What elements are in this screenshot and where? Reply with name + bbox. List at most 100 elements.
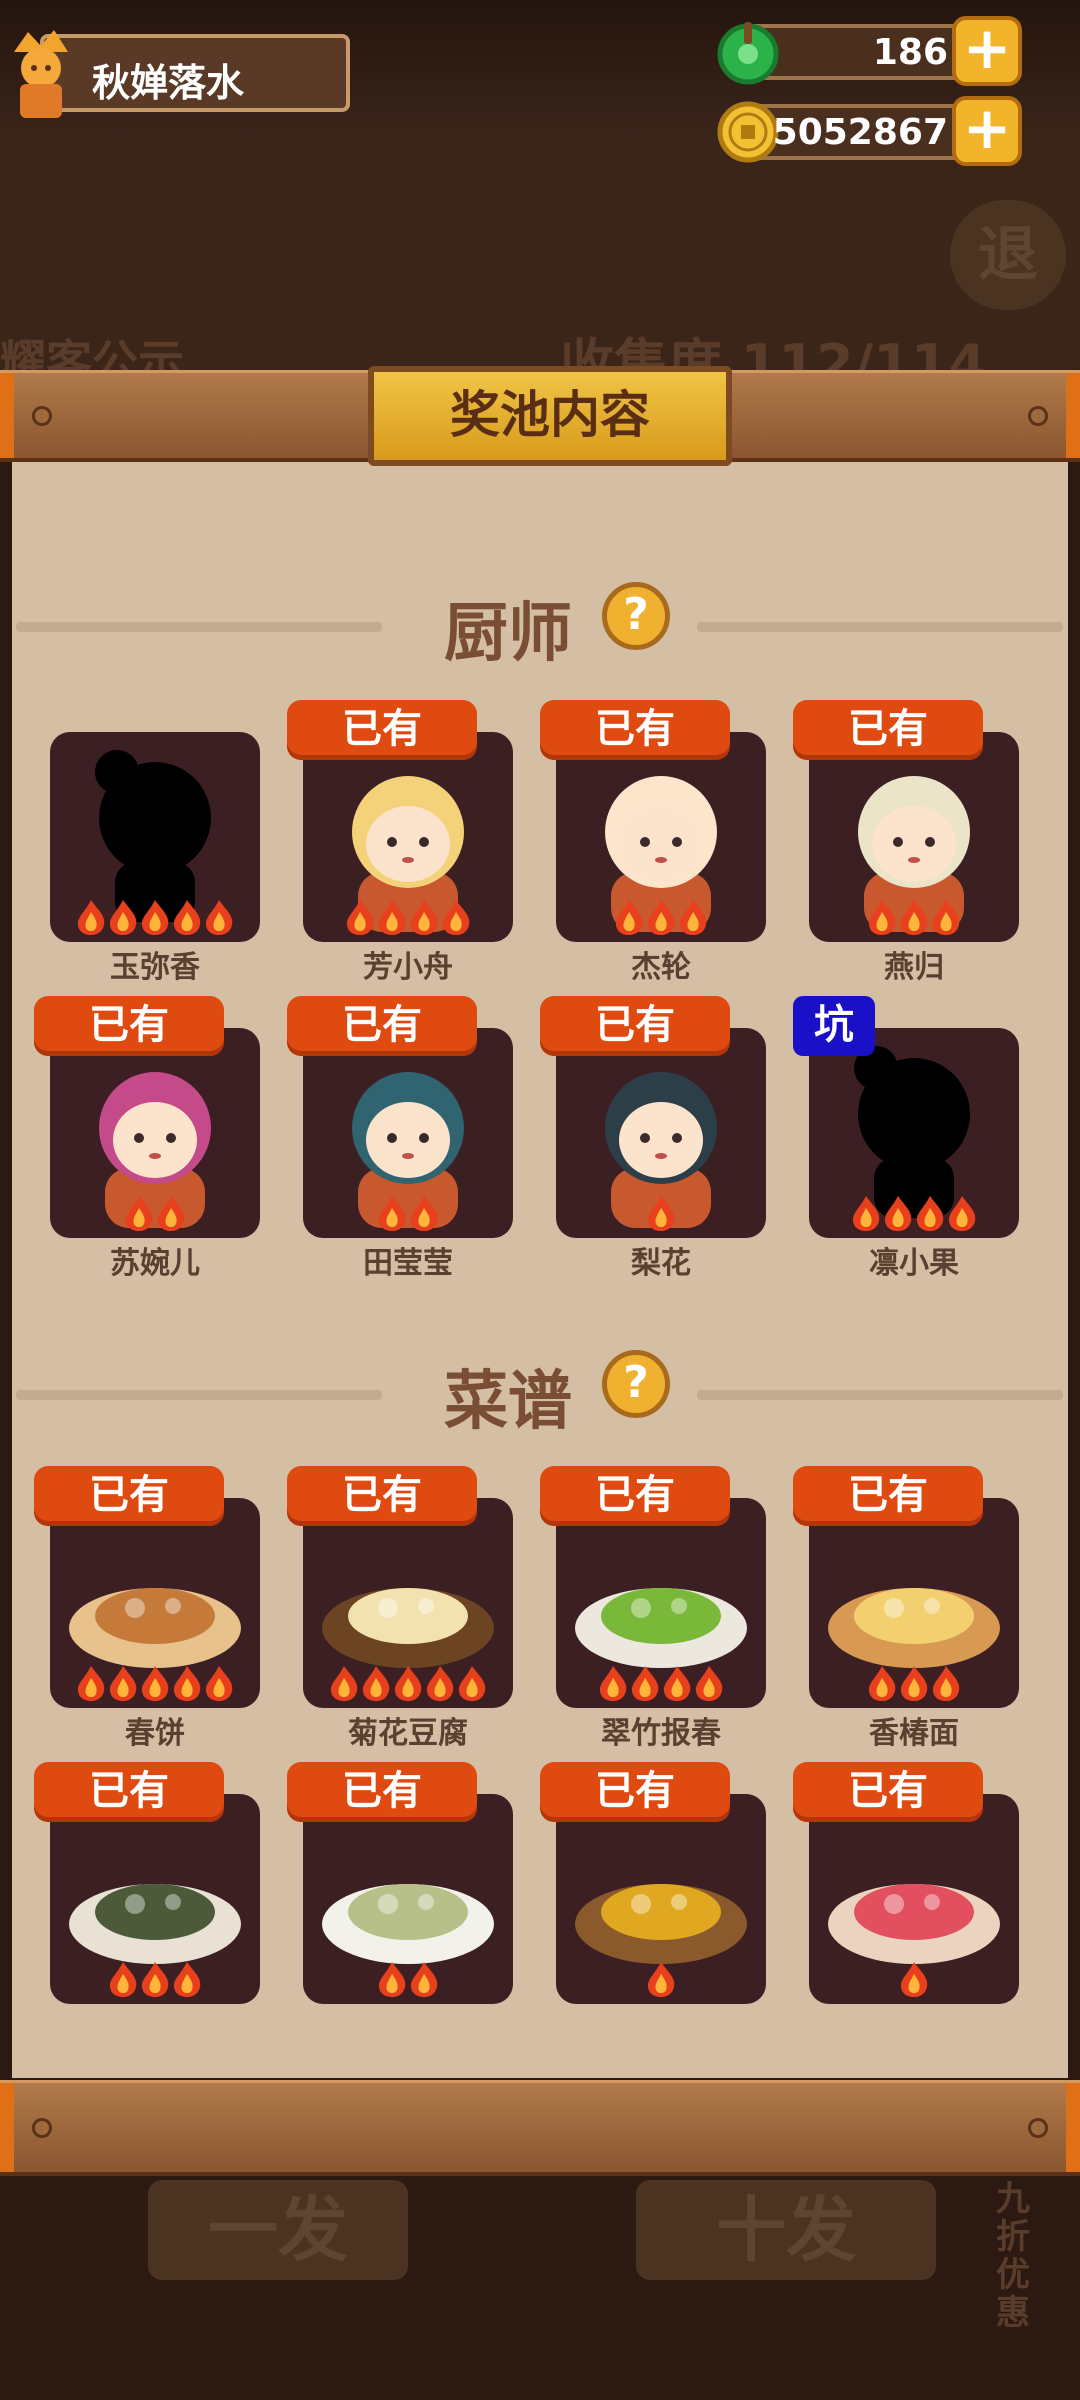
- flame-icon: [852, 1196, 880, 1231]
- flame-icon: [330, 1666, 358, 1701]
- recipe-card[interactable]: [50, 1794, 260, 2004]
- flame-icon: [362, 1666, 390, 1701]
- chef-card[interactable]: [50, 1028, 260, 1238]
- add-jade-button[interactable]: +: [952, 16, 1022, 86]
- panel-title: 奖池内容: [368, 366, 732, 466]
- add-coin-button[interactable]: +: [952, 96, 1022, 166]
- flame-icon: [173, 1666, 201, 1701]
- divider: [697, 1390, 1063, 1400]
- flame-icon: [442, 900, 470, 935]
- flame-icon: [932, 1666, 960, 1701]
- recipe-name: 香椿面: [869, 1716, 959, 1751]
- flame-icon: [378, 1962, 406, 1997]
- flame-icon: [157, 1196, 185, 1231]
- rarity-flames: [303, 898, 513, 938]
- recipe-name: 翠竹报春: [601, 1716, 721, 1751]
- rarity-flames: [556, 1664, 766, 1704]
- rarity-flames: [556, 1194, 766, 1234]
- owned-badge: 已有: [287, 1466, 477, 1526]
- player-name: 秋婵落水: [92, 61, 245, 105]
- ten-draw-button[interactable]: 十发: [636, 2180, 936, 2280]
- owned-badge: 已有: [34, 996, 224, 1056]
- chef-name: 芳小舟: [363, 950, 453, 985]
- rarity-flames: [556, 1960, 766, 2000]
- rarity-flames: [50, 1194, 260, 1234]
- chef-card[interactable]: [556, 732, 766, 942]
- flame-icon: [205, 1666, 233, 1701]
- flame-icon: [346, 900, 374, 935]
- jade-bar: 186 +: [717, 16, 1022, 86]
- flame-icon: [647, 1962, 675, 1997]
- flame-icon: [173, 1962, 201, 1997]
- flame-icon: [647, 900, 675, 935]
- owned-badge: 已有: [540, 1762, 730, 1822]
- chef-name: 田莹莹: [363, 1246, 453, 1281]
- recipe-card[interactable]: [556, 1498, 766, 1708]
- flame-icon: [173, 900, 201, 935]
- chef-name: 梨花: [631, 1246, 691, 1281]
- recipe-help-icon[interactable]: ?: [602, 1350, 670, 1418]
- owned-badge: 已有: [287, 996, 477, 1056]
- recipe-section-title: 菜谱: [444, 1364, 572, 1439]
- rarity-flames: [809, 1960, 1019, 2000]
- rarity-flames: [809, 1664, 1019, 1704]
- flame-icon: [900, 900, 928, 935]
- owned-badge: 已有: [540, 1466, 730, 1526]
- owned-badge: 已有: [540, 700, 730, 760]
- flame-icon: [141, 900, 169, 935]
- flame-icon: [426, 1666, 454, 1701]
- chef-card[interactable]: [303, 732, 513, 942]
- chef-card[interactable]: [303, 1028, 513, 1238]
- owned-badge: 已有: [34, 1762, 224, 1822]
- recipe-card[interactable]: [303, 1794, 513, 2004]
- flame-icon: [410, 900, 438, 935]
- recipe-card[interactable]: [809, 1498, 1019, 1708]
- flame-icon: [410, 1196, 438, 1231]
- player-avatar-icon[interactable]: [6, 22, 76, 122]
- flame-icon: [647, 1196, 675, 1231]
- rarity-flames: [303, 1664, 513, 1704]
- flame-icon: [631, 1666, 659, 1701]
- flame-icon: [615, 900, 643, 935]
- flame-icon: [948, 1196, 976, 1231]
- chef-help-icon[interactable]: ?: [602, 582, 670, 650]
- flame-icon: [663, 1666, 691, 1701]
- flame-icon: [378, 900, 406, 935]
- flame-icon: [868, 1666, 896, 1701]
- chef-card[interactable]: [809, 732, 1019, 942]
- flame-icon: [378, 1196, 406, 1231]
- flame-icon: [916, 1196, 944, 1231]
- chef-card[interactable]: [809, 1028, 1019, 1238]
- flame-icon: [125, 1196, 153, 1231]
- panel-bottom-plank: [0, 2080, 1080, 2176]
- owned-badge: 已有: [793, 1762, 983, 1822]
- rarity-flames: [50, 1960, 260, 2000]
- jade-icon: [717, 22, 779, 85]
- divider: [697, 622, 1063, 632]
- recipe-card[interactable]: [809, 1794, 1019, 2004]
- chef-name: 凛小果: [869, 1246, 959, 1281]
- single-draw-button[interactable]: 一发: [148, 2180, 408, 2280]
- chef-name: 杰轮: [631, 950, 691, 985]
- player-tag[interactable]: 秋婵落水: [40, 34, 350, 112]
- flame-icon: [410, 1962, 438, 1997]
- return-button[interactable]: 退: [950, 200, 1066, 310]
- rarity-flames: [50, 1664, 260, 1704]
- flame-icon: [695, 1666, 723, 1701]
- flame-icon: [109, 900, 137, 935]
- prize-pool-panel: 厨师 ? 玉弥香 已有 芳小舟 已有 杰轮 已有 燕归 已有 苏婉儿 已有 田莹莹 已有 梨花坑凛小果 …: [12, 462, 1068, 2078]
- chef-card[interactable]: [50, 732, 260, 942]
- coin-bar: 5052867 +: [717, 96, 1022, 166]
- pit-badge: 坑: [793, 996, 875, 1056]
- rarity-flames: [303, 1194, 513, 1234]
- owned-badge: 已有: [287, 700, 477, 760]
- rarity-flames: [50, 898, 260, 938]
- flame-icon: [109, 1962, 137, 1997]
- recipe-card[interactable]: [556, 1794, 766, 2004]
- flame-icon: [884, 1196, 912, 1231]
- discount-label: 九折优惠: [996, 2179, 1030, 2333]
- recipe-card[interactable]: [50, 1498, 260, 1708]
- chef-card[interactable]: [556, 1028, 766, 1238]
- divider: [16, 1390, 382, 1400]
- recipe-card[interactable]: [303, 1498, 513, 1708]
